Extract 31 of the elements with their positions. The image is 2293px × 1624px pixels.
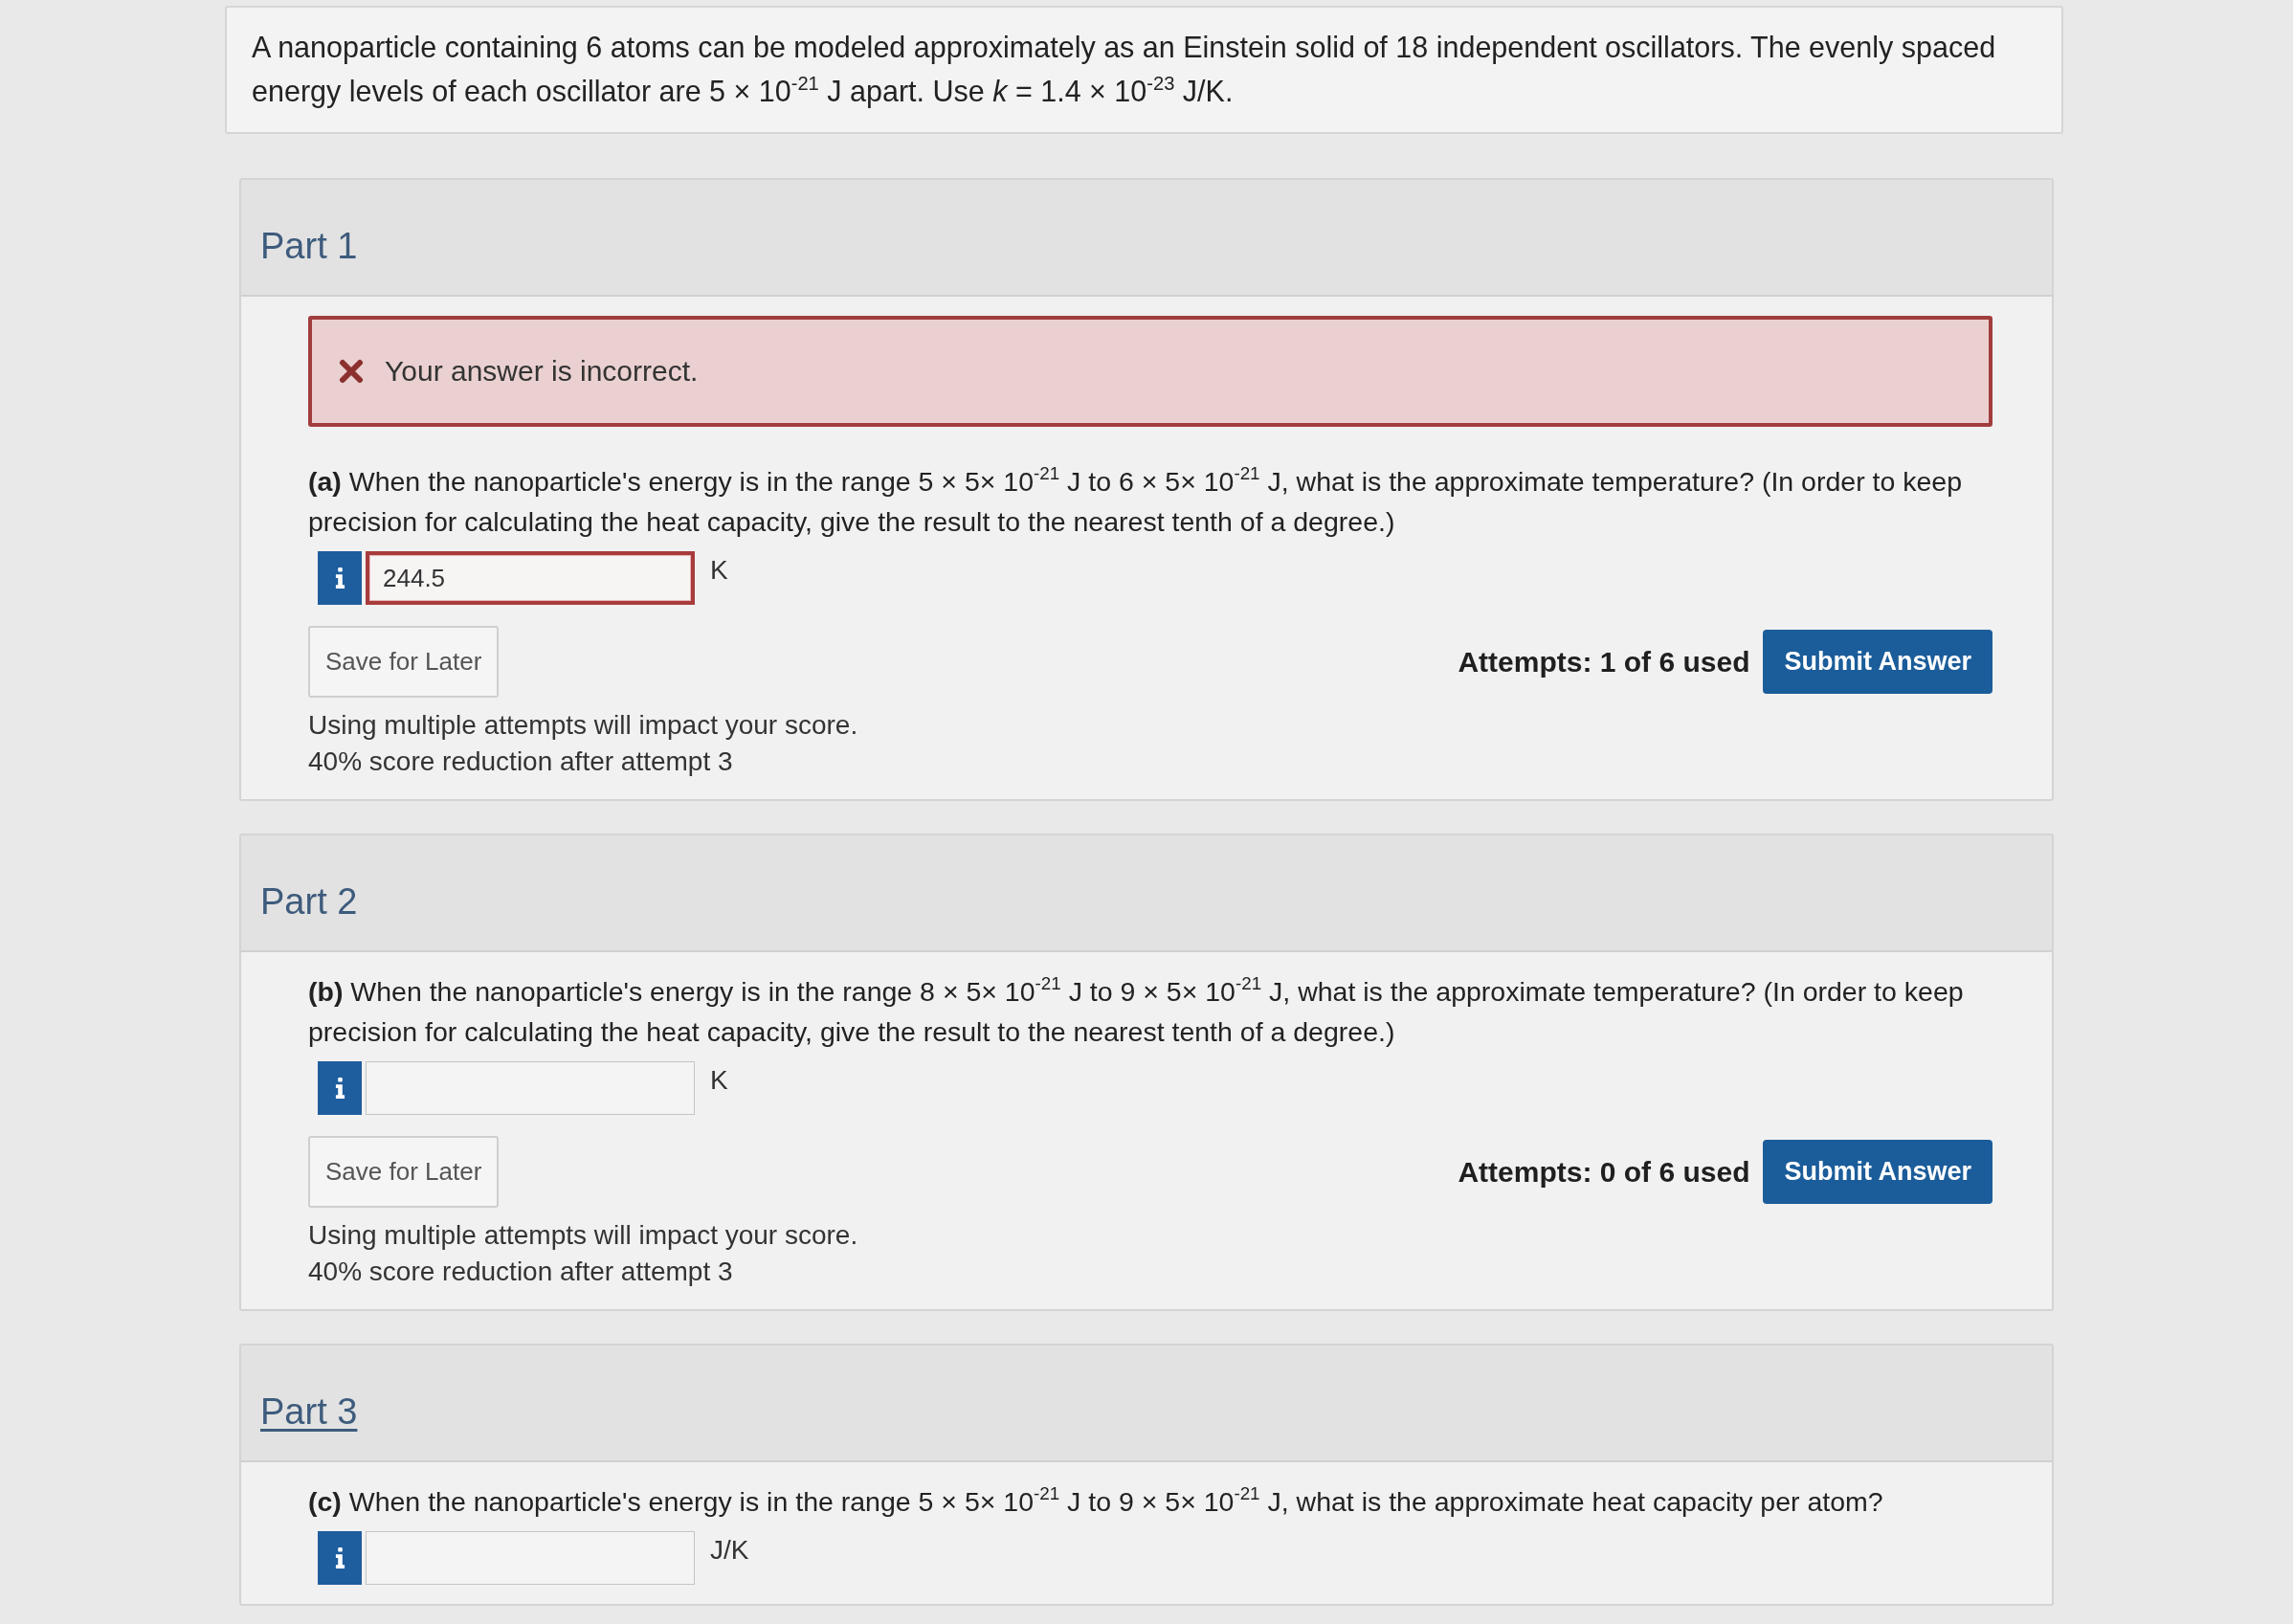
info-button[interactable] [318, 1061, 362, 1115]
unit-label: J/K [710, 1534, 749, 1567]
answer-field[interactable] [366, 1531, 695, 1585]
attempts-counter: Attempts: 0 of 6 used [1458, 1155, 1750, 1189]
question-text: (c) When the nanoparticle's energy is in the range 5 × 5× 10$^{-21}$ J to 9 × 5× 10$^{-21}$ J, what is the approximate heat capacity per atom? [308, 1482, 1884, 1519]
cross-icon [339, 359, 364, 384]
scoring-note: 40% score reduction after attempt 3 [308, 745, 734, 778]
part-title[interactable]: Part 3 [260, 1391, 358, 1432]
submit-answer-button[interactable]: Submit Answer [1763, 1140, 1992, 1204]
save-for-later-button[interactable]: Save for Later [308, 626, 500, 698]
problem-statement: A nanoparticle containing 6 atoms can be modeled approximately as an Einstein solid of 18 independent oscillators. The evenly spaced energy levels of each oscillator are 5 × 10$^{-21}$ J apart. Use k = 1.4 × 10$^{-23}$ J/K. [252, 30, 1997, 110]
scoring-note: Using multiple attempts will impact your score. [308, 1219, 859, 1252]
submit-answer-button[interactable]: Submit Answer [1763, 630, 1992, 694]
attempts-counter: Attempts: 1 of 6 used [1458, 645, 1750, 679]
info-button[interactable] [318, 1531, 362, 1585]
unit-label: K [710, 554, 728, 587]
info-icon [334, 567, 345, 589]
answer-field[interactable] [366, 1061, 695, 1115]
info-icon [334, 1078, 345, 1099]
unit-label: K [710, 1064, 728, 1097]
scoring-note: 40% score reduction after attempt 3 [308, 1256, 734, 1288]
part-title[interactable]: Part 1 [260, 226, 358, 266]
feedback-text: Your answer is incorrect. [385, 355, 699, 388]
question-text: (b) When the nanoparticle's energy is in the range 8 × 5× 10$^{-21}$ J to 9 × 5× 10$^{-21}$ J, what is the approximate temperature? (In order to keep precision for calculating the heat capacity, give the result to the nearest tenth of a degree.) [308, 972, 1965, 1049]
question-text: (a) When the nanoparticle's energy is in the range 5 × 5× 10$^{-21}$ J to 6 × 5× 10$^{-21}$ J, what is the approximate temperature? (In order to keep precision for calculating the heat capacity, give the result to the nearest tenth of a degree.) [308, 462, 1964, 539]
info-button[interactable] [318, 551, 362, 605]
part-title[interactable]: Part 2 [260, 881, 358, 922]
scoring-note: Using multiple attempts will impact your score. [308, 709, 859, 742]
answer-field[interactable]: 244.5 [366, 551, 695, 605]
save-for-later-button[interactable]: Save for Later [308, 1136, 500, 1208]
info-icon [334, 1547, 345, 1568]
